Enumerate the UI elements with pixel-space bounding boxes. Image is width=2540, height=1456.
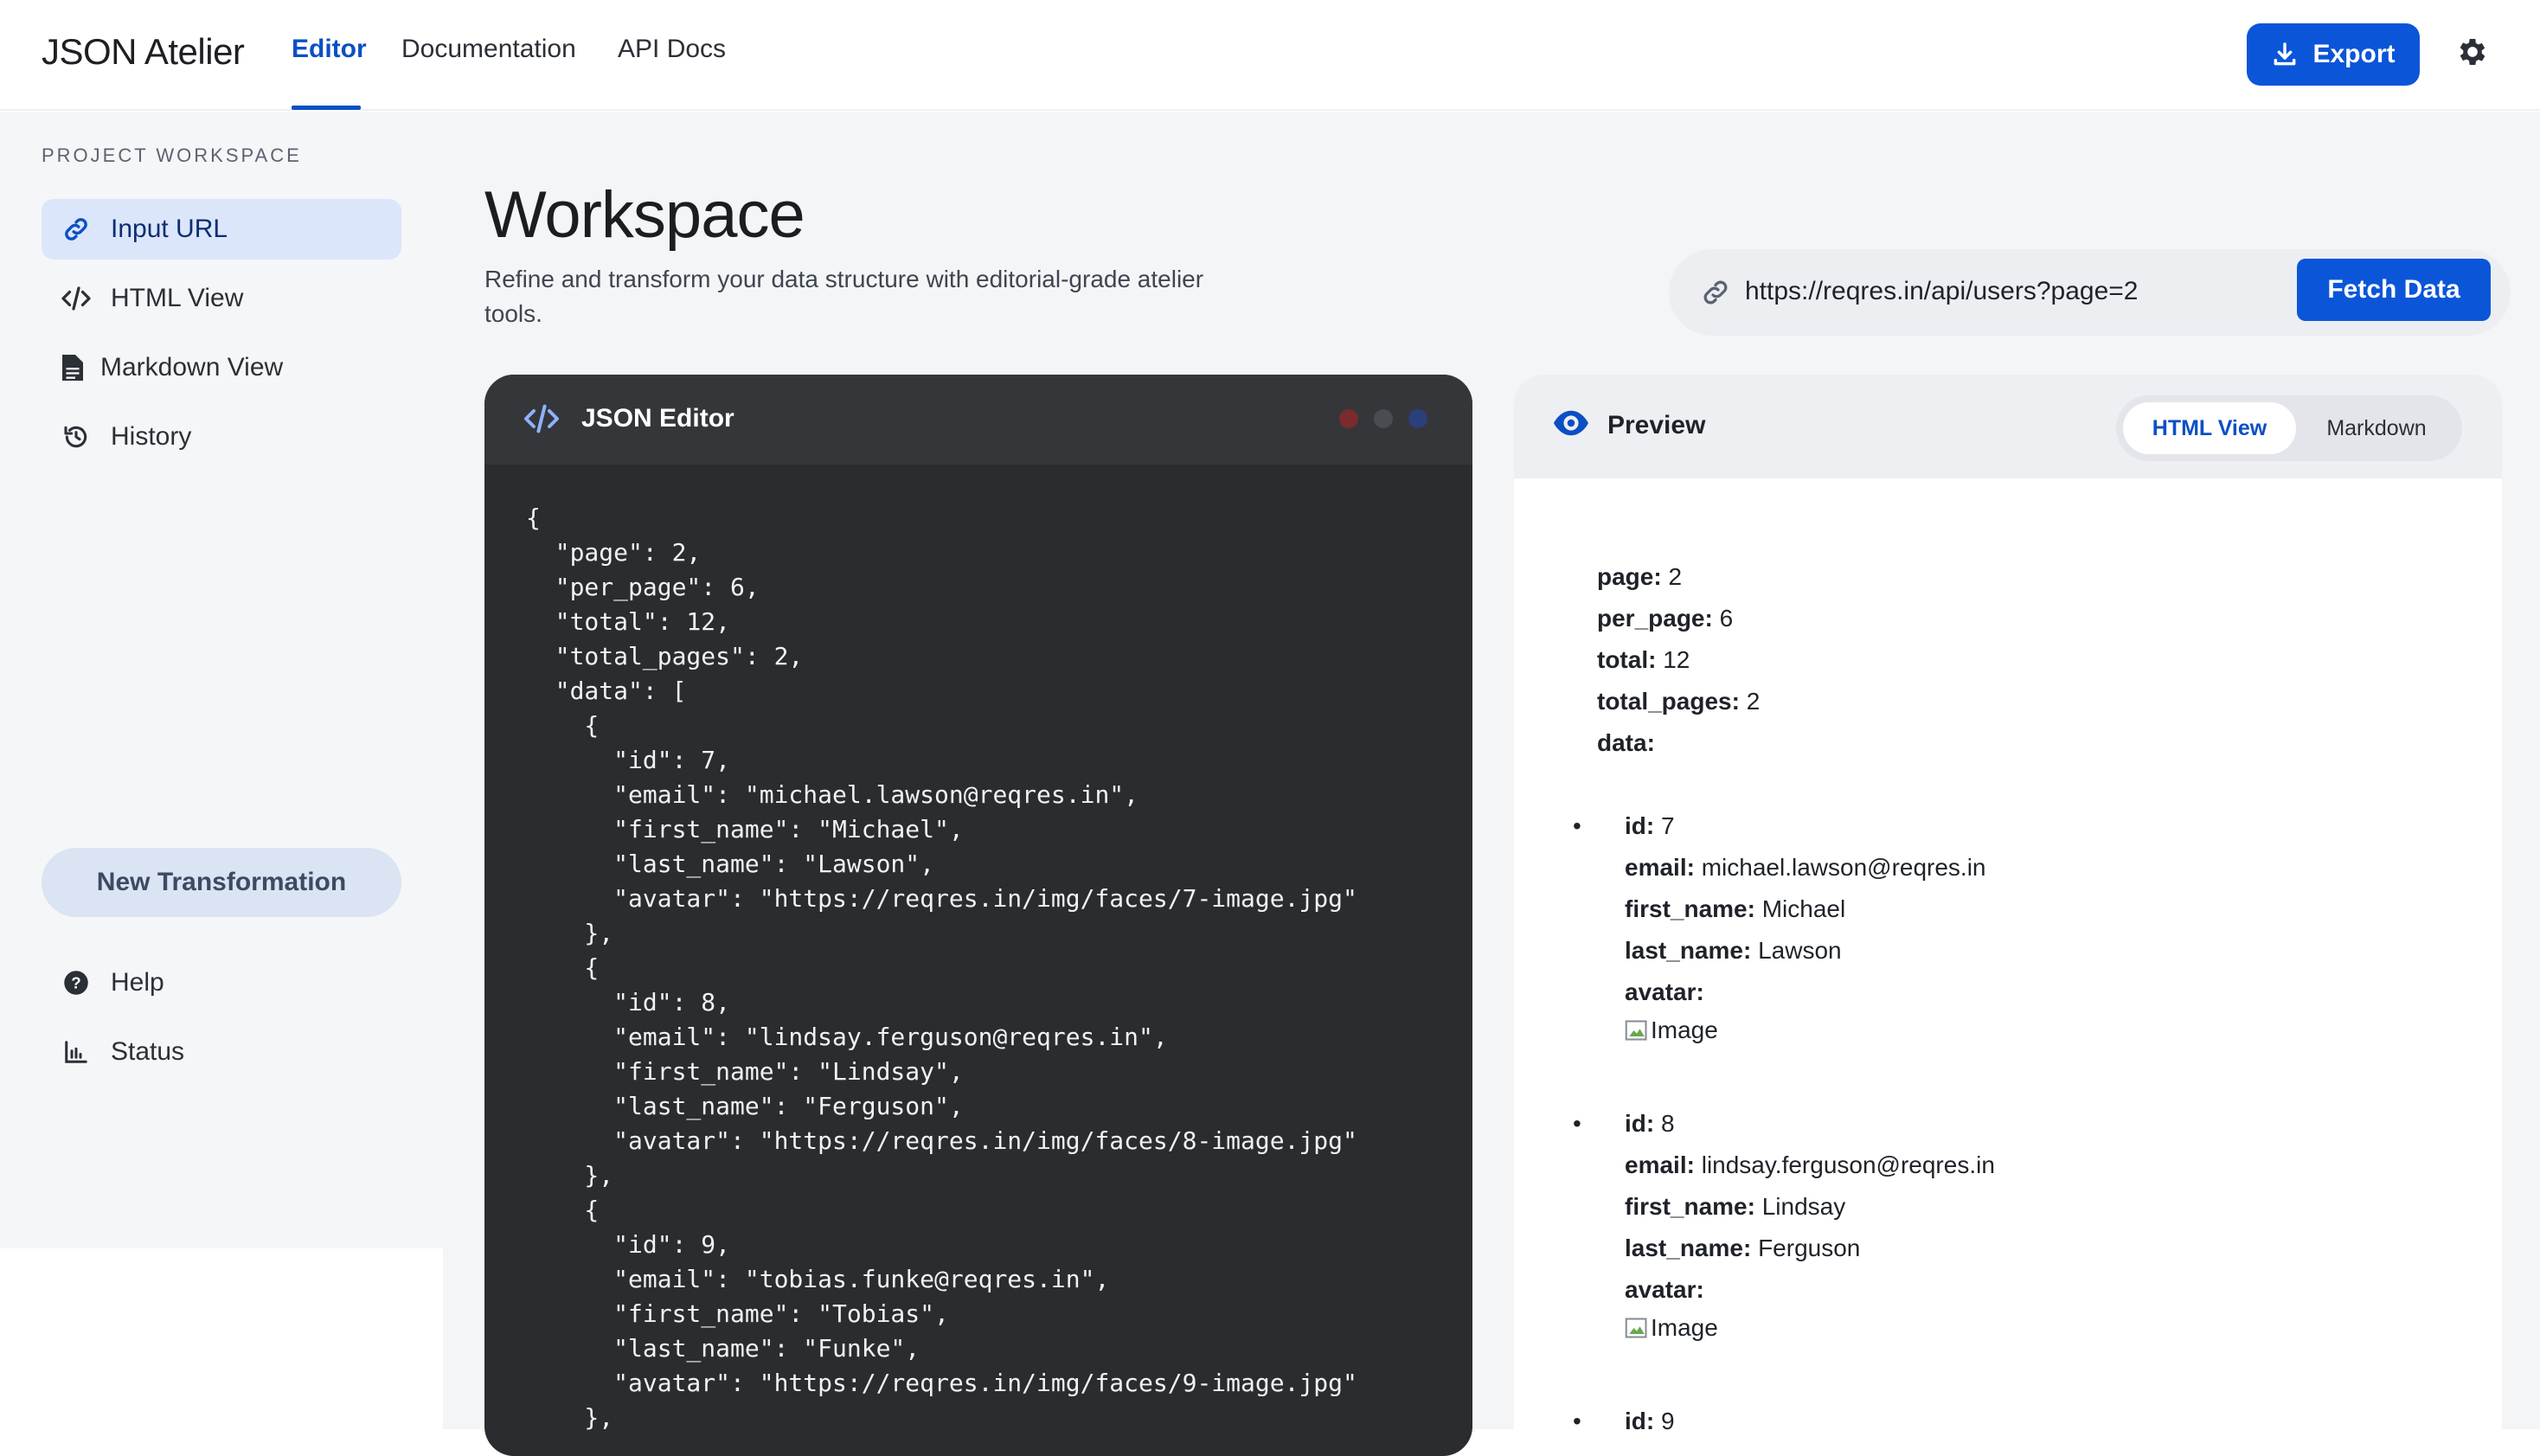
nav-tab-api-docs[interactable]: API Docs (618, 35, 726, 64)
editor-title: JSON Editor (581, 404, 734, 433)
field-key: id: (1625, 1110, 1655, 1137)
sidebar-item-html-view[interactable]: HTML View (42, 268, 401, 329)
toggle-markdown[interactable]: Markdown (2296, 402, 2457, 454)
field-value: 9 (1661, 1408, 1675, 1434)
avatar-image: Image (1625, 1311, 2317, 1345)
sidebar-item-history[interactable]: History (42, 407, 401, 467)
sidebar-item-label: Input URL (111, 215, 228, 243)
toggle-html-view[interactable]: HTML View (2123, 402, 2296, 454)
field-row: data: (1597, 722, 1760, 764)
field-key: id: (1625, 1408, 1655, 1434)
new-transformation-button[interactable]: New Transformation (42, 848, 401, 917)
json-code-area[interactable]: { "page": 2, "per_page": 6, "total": 12,… (526, 501, 1357, 1435)
page-subtitle: Refine and transform your data structure… (484, 266, 1204, 327)
sidebar-item-label: Help (111, 968, 164, 997)
top-bar: JSON Atelier Editor Documentation API Do… (0, 0, 2540, 111)
json-editor-panel: JSON Editor { "page": 2, "per_page": 6, … (484, 375, 1472, 1456)
field-key: avatar: (1625, 1276, 1704, 1303)
field-key: data: (1597, 729, 1655, 756)
url-input[interactable]: https://reqres.in/api/users?page=2 (1745, 277, 2138, 306)
history-icon (59, 420, 93, 454)
link-icon (59, 212, 93, 247)
field-value: 7 (1661, 812, 1675, 839)
editor-header: JSON Editor (484, 375, 1472, 465)
active-tab-indicator (292, 106, 361, 110)
view-toggle: HTML View Markdown (2116, 395, 2462, 461)
field-key: id: (1625, 812, 1655, 839)
preview-panel: Preview HTML View Markdown page: 2 per_p… (1514, 375, 2502, 1456)
fetch-data-button[interactable]: Fetch Data (2297, 259, 2491, 321)
window-dot-blue (1408, 409, 1427, 428)
sidebar-item-markdown-view[interactable]: Markdown View (42, 337, 401, 398)
download-icon (2274, 42, 2296, 66)
document-icon (55, 350, 90, 385)
list-bullet: • (1573, 1110, 1581, 1137)
field-value: michael.lawson@reqres.in (1701, 854, 1986, 881)
sidebar-item-label: Status (111, 1037, 185, 1066)
list-bullet: • (1573, 1408, 1581, 1434)
field-value: Ferguson (1758, 1235, 1861, 1261)
field-row: per_page: 6 (1597, 598, 1760, 639)
field-key: avatar: (1625, 978, 1704, 1005)
sidebar-item-label: History (111, 422, 192, 451)
preview-header: Preview HTML View Markdown (1514, 375, 2502, 478)
field-value: 6 (1719, 605, 1734, 632)
nav-tab-documentation[interactable]: Documentation (401, 35, 576, 64)
field-value: lindsay.ferguson@reqres.in (1701, 1151, 1995, 1178)
field-row: total: 12 (1597, 639, 1760, 681)
field-key: email: (1625, 1151, 1695, 1178)
preview-content: page: 2 per_page: 6 total: 12 total_page… (1573, 556, 1995, 1434)
field-key: first_name: (1625, 895, 1755, 922)
page-title: Workspace (484, 178, 805, 252)
link-icon (1703, 280, 1728, 305)
brand-logo[interactable]: JSON Atelier (42, 31, 245, 73)
field-value: Michael (1761, 895, 1846, 922)
help-icon: ? (59, 965, 93, 1000)
window-dot-gray (1374, 409, 1393, 428)
field-row: total_pages: 2 (1597, 681, 1760, 722)
field-key: total: (1597, 646, 1657, 673)
image-alt-text: Image (1651, 1314, 1718, 1341)
sidebar-item-label: Markdown View (100, 353, 284, 382)
field-value: 2 (1668, 563, 1683, 590)
sidebar-title: PROJECT WORKSPACE (42, 144, 302, 166)
field-key: last_name: (1625, 937, 1752, 964)
field-key: total_pages: (1597, 688, 1740, 715)
image-alt-text: Image (1651, 1017, 1718, 1043)
field-value: 8 (1661, 1110, 1675, 1137)
field-row: page: 2 (1597, 556, 1760, 598)
field-key: page: (1597, 563, 1662, 590)
nav-tab-editor[interactable]: Editor (292, 35, 367, 64)
sidebar-item-help[interactable]: ? Help (42, 952, 401, 1013)
gear-icon[interactable] (2455, 35, 2490, 69)
sidebar-item-status[interactable]: Status (42, 1022, 401, 1082)
window-dot-red (1339, 409, 1358, 428)
code-icon (524, 404, 559, 433)
sidebar-item-label: HTML View (111, 284, 244, 312)
sidebar-item-input-url[interactable]: Input URL (42, 199, 401, 260)
list-bullet: • (1573, 812, 1581, 839)
chart-icon (59, 1035, 93, 1069)
code-icon (59, 281, 93, 316)
broken-image-icon (1625, 1318, 1647, 1338)
sidebar: PROJECT WORKSPACE Input URL HTML View Ma… (0, 112, 443, 1248)
field-value: 12 (1663, 646, 1690, 673)
field-value: Lawson (1758, 937, 1842, 964)
preview-title: Preview (1607, 411, 1706, 439)
avatar-image: Image (1625, 1013, 2317, 1048)
field-key: per_page: (1597, 605, 1713, 632)
field-value: 2 (1746, 688, 1761, 715)
broken-image-icon (1625, 1020, 1647, 1041)
field-value: Lindsay (1761, 1193, 1846, 1220)
export-button[interactable]: Export (2247, 23, 2420, 86)
svg-text:?: ? (71, 973, 80, 991)
export-label: Export (2312, 40, 2396, 68)
field-key: email: (1625, 854, 1695, 881)
eye-icon (1554, 410, 1588, 436)
field-key: last_name: (1625, 1235, 1752, 1261)
field-key: first_name: (1625, 1193, 1755, 1220)
